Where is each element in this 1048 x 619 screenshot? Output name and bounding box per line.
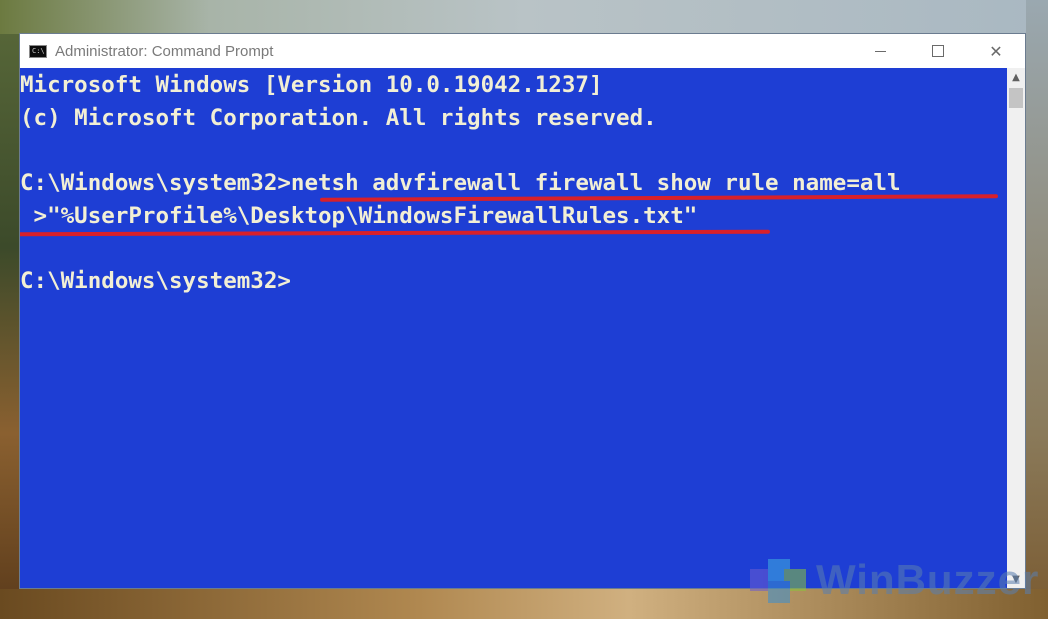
winbuzzer-logo-icon <box>750 555 810 605</box>
redirect-highlight-underline <box>20 229 771 237</box>
window-controls: ✕ <box>851 34 1025 68</box>
maximize-icon <box>932 45 944 57</box>
maximize-button[interactable] <box>909 34 967 68</box>
minimize-button[interactable] <box>851 34 909 68</box>
minimize-icon <box>874 50 886 52</box>
desktop-background-right <box>1026 0 1048 619</box>
window-title: Administrator: Command Prompt <box>55 42 274 60</box>
chevron-up-icon[interactable]: ▲ <box>1007 68 1025 86</box>
console-line-redirect: >"%UserProfile%\Desktop\WindowsFirewallR… <box>20 203 698 229</box>
scrollbar-thumb[interactable] <box>1009 88 1023 108</box>
console-line-copyright: (c) Microsoft Corporation. All rights re… <box>20 105 657 131</box>
watermark-text: WinBuzzer <box>816 556 1040 603</box>
watermark: WinBuzzer <box>750 555 1039 605</box>
desktop-background-top <box>0 0 1048 34</box>
console-line-version: Microsoft Windows [Version 10.0.19042.12… <box>20 72 603 98</box>
vertical-scrollbar[interactable]: ▲ ▼ <box>1007 68 1025 588</box>
title-bar[interactable]: C:\ Administrator: Command Prompt ✕ <box>20 34 1025 68</box>
console-line-prompt: C:\Windows\system32> <box>20 268 291 294</box>
console-line-command: C:\Windows\system32>netsh advfirewall fi… <box>20 170 901 196</box>
cmd-icon: C:\ <box>29 44 47 58</box>
console-output[interactable]: Microsoft Windows [Version 10.0.19042.12… <box>20 68 1007 588</box>
command-prompt-window: C:\ Administrator: Command Prompt ✕ Micr… <box>19 33 1026 589</box>
close-button[interactable]: ✕ <box>967 34 1025 68</box>
close-icon: ✕ <box>989 41 1003 61</box>
